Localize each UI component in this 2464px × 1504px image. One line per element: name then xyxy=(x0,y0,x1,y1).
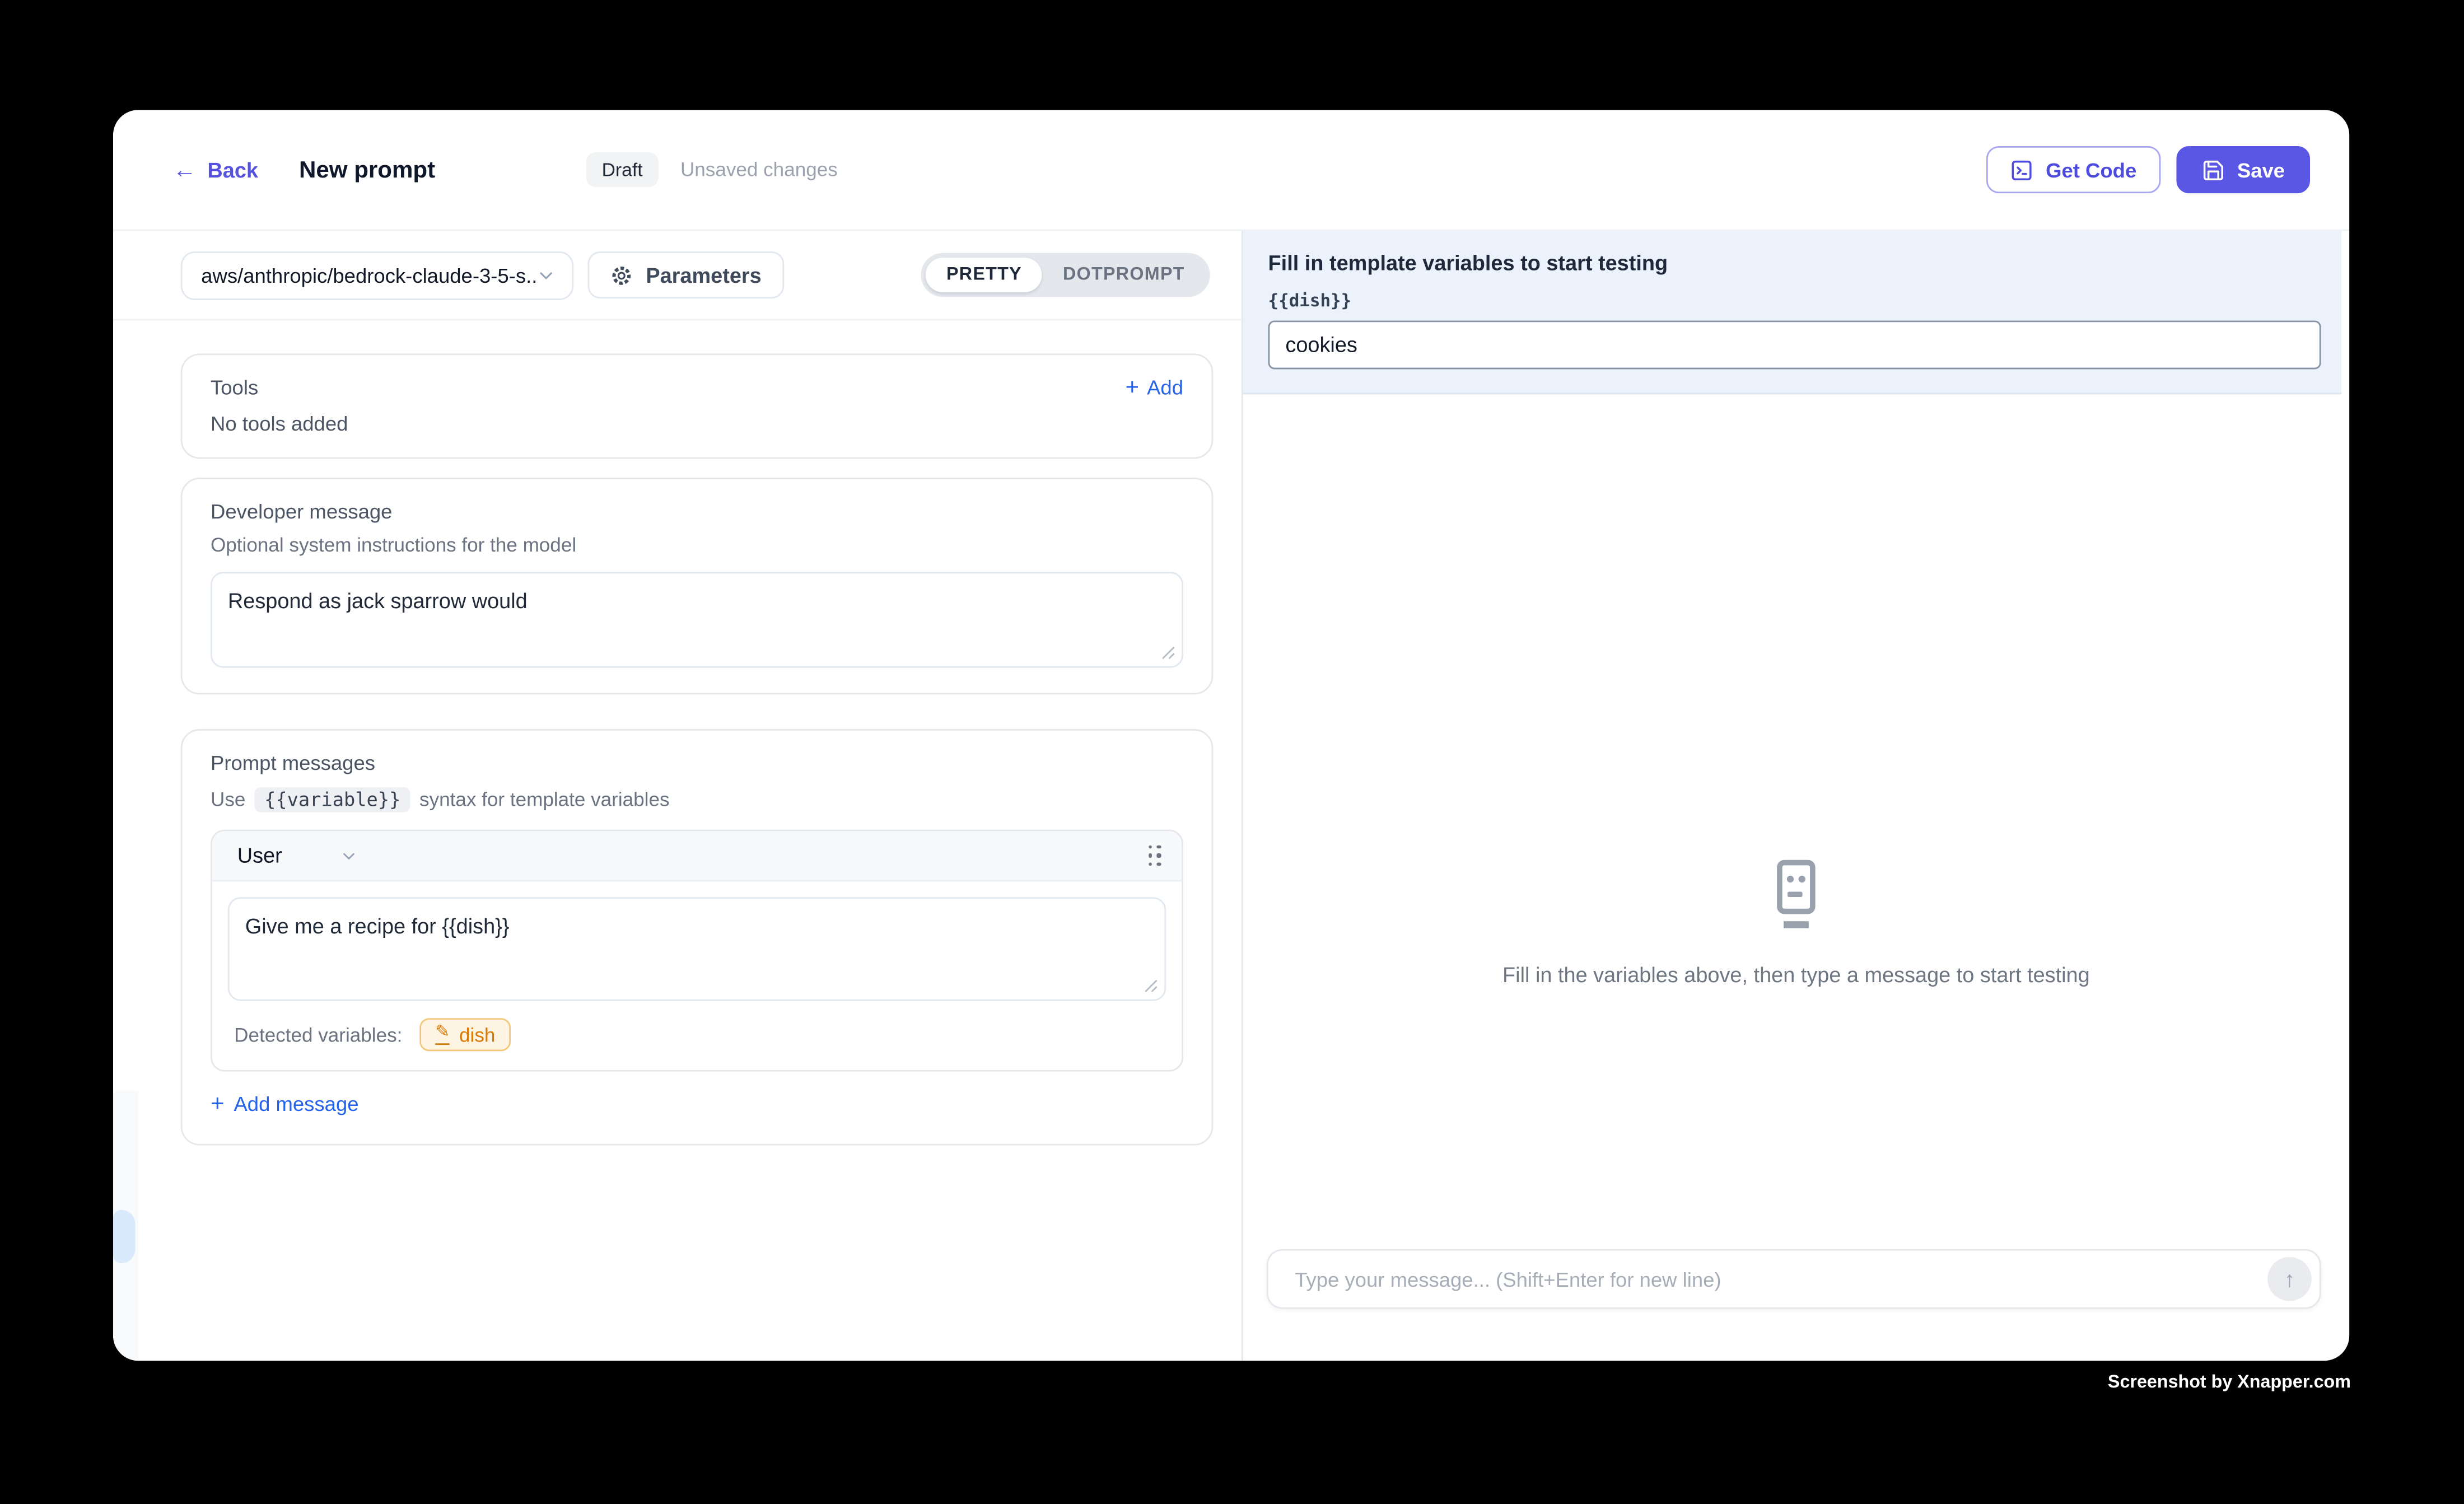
prompt-messages-card: Prompt messages Use {{variable}} syntax … xyxy=(181,729,1214,1146)
variable-syntax-chip: {{variable}} xyxy=(255,787,410,812)
save-icon xyxy=(2201,158,2224,181)
editor-toolbar: aws/anthropic/bedrock-claude-3-5-s... Pa… xyxy=(113,231,1242,320)
hint-suffix: syntax for template variables xyxy=(419,789,669,811)
drag-handle-icon[interactable] xyxy=(1148,844,1161,866)
add-message-button[interactable]: + Add message xyxy=(211,1092,359,1115)
role-select[interactable] xyxy=(339,846,358,865)
format-toggle: PRETTY DOTPROMPT xyxy=(921,253,1210,297)
developer-message-title: Developer message xyxy=(211,499,1183,523)
parameters-label: Parameters xyxy=(646,263,761,287)
variable-name-label: {{dish}} xyxy=(1268,291,2321,311)
get-code-label: Get Code xyxy=(2046,158,2136,181)
tools-title: Tools xyxy=(211,376,258,399)
role-select-value: User xyxy=(237,844,282,867)
back-button[interactable]: ← Back xyxy=(173,158,258,181)
variable-chip-label: dish xyxy=(459,1024,495,1045)
toggle-pretty[interactable]: PRETTY xyxy=(926,258,1042,292)
message-header: User xyxy=(212,831,1182,881)
model-select-value: aws/anthropic/bedrock-claude-3-5-s... xyxy=(201,263,536,287)
template-variables-panel: Fill in template variables to start test… xyxy=(1243,231,2341,394)
plus-icon: + xyxy=(211,1092,225,1115)
chat-empty-text: Fill in the variables above, then type a… xyxy=(1243,963,2350,987)
plus-icon: + xyxy=(1125,376,1139,399)
developer-message-textarea[interactable]: Respond as jack sparrow would xyxy=(211,572,1183,667)
screen: ← Back New prompt Draft Unsaved changes … xyxy=(0,0,2464,1504)
chat-empty-state: Fill in the variables above, then type a… xyxy=(1243,860,2350,987)
prompt-messages-title: Prompt messages xyxy=(211,751,1183,774)
add-message-label: Add message xyxy=(234,1092,358,1115)
hint-prefix: Use xyxy=(211,789,245,811)
chat-input-bar: ↑ xyxy=(1267,1249,2321,1309)
watermark-text: Screenshot by Xnapper.com xyxy=(2108,1374,2351,1393)
editor-pane: aws/anthropic/bedrock-claude-3-5-s... Pa… xyxy=(113,231,1242,1361)
add-tool-label: Add xyxy=(1147,376,1183,399)
variable-chip-dish[interactable]: ✎ dish xyxy=(419,1018,511,1051)
gear-icon xyxy=(610,263,633,287)
editor-scroll-area: Tools + Add No tools added Developer mes… xyxy=(113,320,1242,1145)
sidebar-active-item[interactable] xyxy=(113,1210,135,1263)
send-arrow-icon: ↑ xyxy=(2284,1267,2295,1292)
page-title: New prompt xyxy=(299,156,435,183)
bot-icon xyxy=(1765,860,1827,932)
toggle-dotprompt[interactable]: DOTPROMPT xyxy=(1043,258,1206,292)
template-hint: Use {{variable}} syntax for template var… xyxy=(211,787,1183,812)
parameters-button[interactable]: Parameters xyxy=(587,251,783,298)
test-pane: Fill in template variables to start test… xyxy=(1242,231,2349,1361)
user-message-textarea[interactable]: Give me a recipe for {{dish}} xyxy=(228,897,1166,1001)
draft-status-badge: Draft xyxy=(586,152,659,187)
developer-message-card: Developer message Optional system instru… xyxy=(181,478,1214,694)
tools-card: Tools + Add No tools added xyxy=(181,353,1214,459)
back-arrow-icon: ← xyxy=(173,158,197,181)
tools-empty-text: No tools added xyxy=(211,412,1183,435)
save-label: Save xyxy=(2237,158,2285,181)
header: ← Back New prompt Draft Unsaved changes … xyxy=(113,110,2349,229)
chevron-down-icon xyxy=(536,265,556,285)
unsaved-changes-text: Unsaved changes xyxy=(680,158,838,180)
model-select[interactable]: aws/anthropic/bedrock-claude-3-5-s... xyxy=(181,251,574,300)
get-code-button[interactable]: Get Code xyxy=(1986,146,2160,193)
developer-message-subtitle: Optional system instructions for the mod… xyxy=(211,534,1183,556)
variable-value-input[interactable] xyxy=(1268,320,2321,369)
add-tool-button[interactable]: + Add xyxy=(1125,376,1183,399)
chat-message-input[interactable] xyxy=(1292,1265,2268,1292)
app-window: ← Back New prompt Draft Unsaved changes … xyxy=(113,110,2349,1361)
pencil-icon: ✎ xyxy=(435,1025,450,1045)
terminal-icon xyxy=(2010,158,2033,181)
clipped-sidebar-rail xyxy=(113,1090,138,1361)
message-block: User Give me a recipe for {{dish}} xyxy=(211,830,1183,1072)
back-label: Back xyxy=(207,158,258,181)
detected-variables-row: Detected variables: ✎ dish xyxy=(212,1001,1182,1069)
template-variables-title: Fill in template variables to start test… xyxy=(1268,251,2321,275)
save-button[interactable]: Save xyxy=(2176,146,2310,193)
detected-variables-label: Detected variables: xyxy=(234,1024,402,1045)
send-button[interactable]: ↑ xyxy=(2267,1257,2312,1301)
